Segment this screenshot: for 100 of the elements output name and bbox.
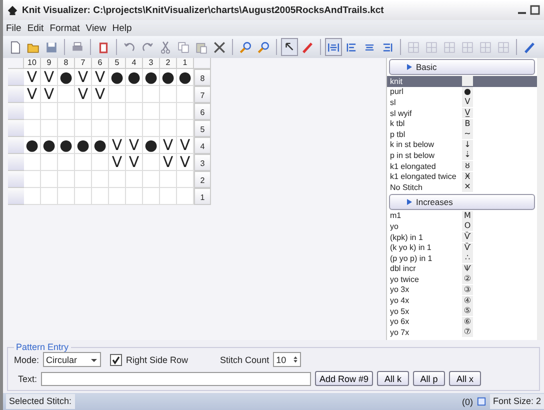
stitch-cell[interactable] [24, 103, 41, 120]
text-field[interactable] [41, 372, 312, 386]
stitch-cell[interactable]: V [41, 69, 58, 86]
stitch-cell[interactable]: V [24, 69, 41, 86]
stitch-cell[interactable] [160, 120, 177, 137]
menu-item[interactable]: View [86, 22, 106, 34]
stitch-item[interactable]: p tbl ~ [387, 128, 537, 140]
stitch-cell[interactable] [41, 154, 58, 171]
stitch-cell[interactable]: V [160, 137, 177, 154]
stitch-cell[interactable] [75, 188, 92, 205]
stitch-cell[interactable] [143, 86, 160, 103]
stitch-cell[interactable] [41, 171, 58, 188]
row-header[interactable] [8, 188, 24, 205]
stitch-cell[interactable] [75, 120, 92, 137]
stitch-cell[interactable] [143, 154, 160, 171]
stitch-cell[interactable]: ● [126, 69, 143, 86]
stitch-cell[interactable]: V [41, 86, 58, 103]
stitch-cell[interactable]: ● [41, 137, 58, 154]
stitch-cell[interactable] [58, 103, 75, 120]
stitch-item[interactable]: p in st below ⇣ [387, 150, 537, 161]
stitch-item[interactable]: purl ● [387, 86, 537, 98]
stitch-cell[interactable] [24, 171, 41, 188]
row-header[interactable] [8, 103, 24, 120]
align-justify-button[interactable] [325, 38, 342, 56]
section-header[interactable]: Increases [389, 194, 535, 210]
stitch-item[interactable]: sl V [387, 97, 537, 108]
stitch-cell[interactable] [109, 120, 126, 137]
checkbox[interactable] [110, 354, 122, 366]
stitch-item[interactable]: (p yo p) in 1 ∴ [387, 252, 537, 264]
stitch-count-spinner[interactable]: 10 [273, 352, 302, 367]
stitch-cell[interactable]: V [126, 154, 143, 171]
stitch-item[interactable]: k tbl B [387, 118, 537, 129]
stitch-cell[interactable] [160, 188, 177, 205]
stitch-item[interactable]: yo twice ② [387, 274, 537, 285]
action-button[interactable]: All x [449, 371, 482, 386]
stitch-cell[interactable] [75, 103, 92, 120]
section-header[interactable]: Basic [389, 59, 535, 75]
row-header[interactable] [8, 86, 24, 103]
stitch-cell[interactable] [58, 86, 75, 103]
stitch-item[interactable]: k1 elongated ȣ [387, 160, 537, 172]
stitch-cell[interactable] [92, 188, 109, 205]
stitch-item[interactable]: yo O [387, 221, 537, 232]
stitch-cell[interactable] [92, 154, 109, 171]
row-header[interactable] [8, 69, 24, 86]
stitch-cell[interactable] [75, 171, 92, 188]
stitch-cell[interactable] [41, 103, 58, 120]
row-header[interactable] [8, 120, 24, 137]
stitch-item[interactable]: dbl incr Ѱ [387, 264, 537, 274]
stitch-cell[interactable] [143, 120, 160, 137]
stitch-cell[interactable] [41, 188, 58, 205]
stitch-cell[interactable]: ● [58, 137, 75, 154]
stitch-cell[interactable] [160, 103, 177, 120]
maximize-icon[interactable] [530, 5, 540, 15]
stitch-cell[interactable] [143, 188, 160, 205]
stitch-cell[interactable]: ● [75, 137, 92, 154]
stitch-cell[interactable] [126, 103, 143, 120]
stitch-cell[interactable]: ● [24, 137, 41, 154]
stitch-cell[interactable] [109, 103, 126, 120]
stitch-cell[interactable]: V [75, 69, 92, 86]
stitch-cell[interactable] [126, 188, 143, 205]
stitch-item[interactable]: knit [387, 76, 537, 87]
stitch-cell[interactable]: V [92, 69, 109, 86]
stitch-cell[interactable]: ● [160, 69, 177, 86]
stitch-cell[interactable]: ● [143, 69, 160, 86]
stitch-cell[interactable] [24, 154, 41, 171]
stitch-item[interactable]: yo 6x ⑥ [387, 316, 537, 328]
stitch-cell[interactable] [58, 154, 75, 171]
row-header[interactable] [8, 171, 24, 188]
stitch-cell[interactable] [109, 86, 126, 103]
stitch-cell[interactable] [92, 120, 109, 137]
stitch-cell[interactable] [92, 103, 109, 120]
stitch-item[interactable]: No Stitch ✕ [387, 182, 537, 193]
stitch-cell[interactable]: ● [58, 69, 75, 86]
menu-item[interactable]: Edit [27, 22, 44, 34]
stitch-cell[interactable] [126, 171, 143, 188]
stitch-cell[interactable]: V [160, 154, 177, 171]
stitch-item[interactable]: sl wyif V̲ [387, 108, 537, 118]
stitch-item[interactable]: (k yo k) in 1 Ѷ [387, 242, 537, 253]
row-header[interactable] [8, 154, 24, 171]
row-header[interactable] [8, 137, 24, 154]
action-button[interactable]: All k [377, 371, 410, 386]
stitch-cell[interactable]: ● [109, 69, 126, 86]
stitch-cell[interactable] [58, 120, 75, 137]
stitch-item[interactable]: yo 3x ③ [387, 284, 537, 296]
action-button[interactable]: Add Row #9 [315, 371, 374, 386]
stitch-cell[interactable] [126, 86, 143, 103]
menu-item[interactable]: Help [112, 22, 132, 34]
stitch-cell[interactable] [58, 188, 75, 205]
menu-item[interactable]: File [6, 22, 22, 34]
stitch-item[interactable]: m1 M [387, 210, 537, 222]
stitch-cell[interactable] [143, 171, 160, 188]
stitch-item[interactable]: k1 elongated twice Ӿ [387, 171, 537, 182]
stitch-cell[interactable]: ● [143, 137, 160, 154]
stitch-cell[interactable]: V [109, 154, 126, 171]
stitch-cell[interactable] [160, 86, 177, 103]
stitch-item[interactable]: yo 5x ⑤ [387, 306, 537, 316]
stitch-cell[interactable] [24, 120, 41, 137]
stitch-cell[interactable] [109, 171, 126, 188]
mode-dropdown[interactable]: Circular [43, 352, 102, 367]
stitch-cell[interactable] [41, 120, 58, 137]
